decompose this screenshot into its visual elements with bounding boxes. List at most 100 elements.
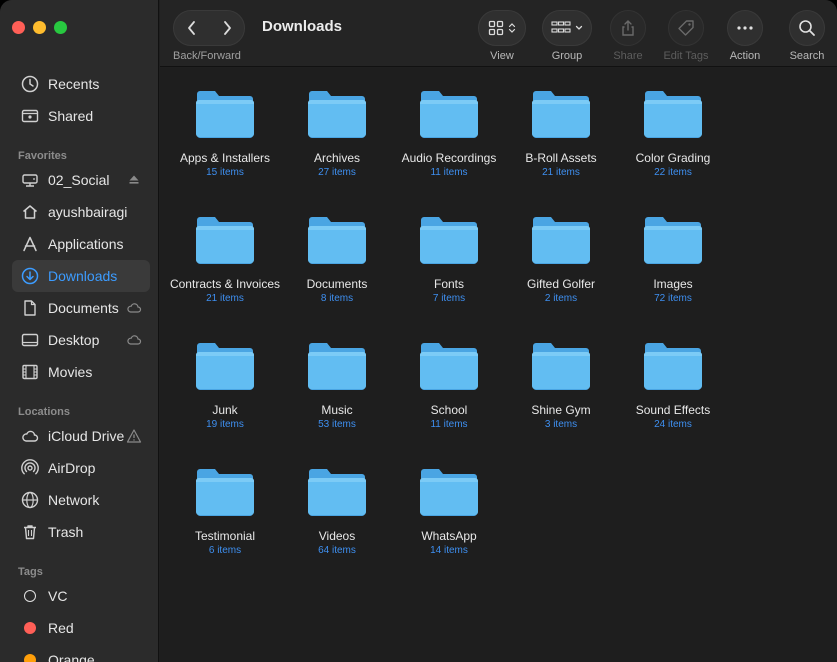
eject-icon[interactable] (126, 172, 142, 188)
group-label: Group (551, 50, 583, 62)
folder-item[interactable]: Audio Recordings 11 items (393, 88, 505, 180)
folder-item[interactable]: Archives 27 items (281, 88, 393, 180)
folder-icon (196, 469, 254, 516)
share-icon (622, 20, 634, 36)
folder-icon (644, 91, 702, 138)
folder-item-count: 6 items (208, 545, 242, 556)
folder-item-count: 19 items (206, 419, 244, 430)
folder-item-count: 64 items (318, 545, 356, 556)
back-forward-label: Back/Forward (173, 50, 241, 62)
folder-item-count: 15 items (206, 167, 244, 178)
folder-icon (420, 343, 478, 390)
search-button[interactable] (789, 10, 825, 46)
sidebar-item-icloud-drive[interactable]: iCloud Drive (12, 420, 150, 452)
sidebar-item-label: Movies (48, 364, 93, 380)
folder-name: Color Grading (635, 151, 711, 165)
toolbar: Back/Forward Downloads View Group Share … (160, 0, 837, 67)
folder-item[interactable]: Sound Effects 24 items (617, 340, 729, 432)
desktop-icon (20, 330, 40, 350)
folder-item[interactable]: Images 72 items (617, 214, 729, 306)
folder-item[interactable]: Gifted Golfer 2 items (505, 214, 617, 306)
applications-icon (20, 234, 40, 254)
action-button[interactable] (727, 10, 763, 46)
folder-item[interactable]: Music 53 items (281, 340, 393, 432)
search-label: Search (789, 50, 825, 62)
window-title: Downloads (262, 18, 343, 35)
sidebar-item-home[interactable]: ayushbairagi (12, 196, 150, 228)
folder-name: B-Roll Assets (525, 151, 597, 165)
folder-item[interactable]: Testimonial 6 items (169, 466, 281, 558)
folder-item-count: 8 items (320, 293, 354, 304)
minimize-window-button[interactable] (33, 21, 46, 34)
zoom-window-button[interactable] (54, 21, 67, 34)
folder-item[interactable]: B-Roll Assets 21 items (505, 88, 617, 180)
folder-item[interactable]: Documents 8 items (281, 214, 393, 306)
cloud-icon (127, 335, 142, 345)
sidebar-item-label: VC (48, 588, 68, 604)
folder-item[interactable]: Junk 19 items (169, 340, 281, 432)
document-icon (20, 298, 40, 318)
back-forward-control (173, 10, 245, 46)
view-button[interactable] (478, 10, 526, 46)
folder-icon (196, 91, 254, 138)
chevron-left-icon (187, 21, 195, 35)
sidebar-item-label: Applications (48, 236, 124, 252)
sidebar-tag-red[interactable]: Red (12, 612, 150, 644)
file-grid: Apps & Installers 15 items Archives 27 i… (160, 68, 837, 662)
folder-name: Music (321, 403, 353, 417)
shared-folder-icon (20, 106, 40, 126)
sidebar-item-network[interactable]: Network (12, 484, 150, 516)
folder-item[interactable]: School 11 items (393, 340, 505, 432)
sidebar-item-label: AirDrop (48, 460, 96, 476)
action-label: Action (729, 50, 761, 62)
sidebar-item-documents[interactable]: Documents (12, 292, 150, 324)
sidebar-item-trash[interactable]: Trash (12, 516, 150, 548)
group-button[interactable] (542, 10, 592, 46)
folder-item[interactable]: Videos 64 items (281, 466, 393, 558)
folder-item-count: 11 items (430, 419, 468, 430)
sidebar-item-shared[interactable]: Shared (12, 100, 150, 132)
folder-item[interactable]: Fonts 7 items (393, 214, 505, 306)
folder-item[interactable]: Apps & Installers 15 items (169, 88, 281, 180)
folder-icon (308, 469, 366, 516)
sidebar-tag-orange[interactable]: Orange (12, 644, 150, 662)
drive-icon (20, 170, 40, 190)
folder-name: Videos (318, 529, 356, 543)
back-button[interactable] (174, 11, 209, 45)
folder-item[interactable]: Color Grading 22 items (617, 88, 729, 180)
folder-item[interactable]: WhatsApp 14 items (393, 466, 505, 558)
folder-item[interactable]: Contracts & Invoices 21 items (169, 214, 281, 306)
folder-item[interactable]: Shine Gym 3 items (505, 340, 617, 432)
sidebar-item-applications[interactable]: Applications (12, 228, 150, 260)
folder-name: Apps & Installers (179, 151, 271, 165)
close-window-button[interactable] (12, 21, 25, 34)
folder-item-count: 11 items (430, 167, 468, 178)
view-label: View (490, 50, 514, 62)
edit-tags-button[interactable] (668, 10, 704, 46)
tag-icon (678, 20, 694, 36)
folder-icon (644, 217, 702, 264)
sidebar-item-downloads[interactable]: Downloads (12, 260, 150, 292)
search-icon (799, 20, 815, 36)
sidebar-tag-vc[interactable]: VC (12, 580, 150, 612)
sidebar-item-movies[interactable]: Movies (12, 356, 150, 388)
folder-name: Gifted Golfer (526, 277, 596, 291)
folder-icon (532, 217, 590, 264)
ellipsis-icon (737, 26, 753, 30)
forward-button[interactable] (209, 11, 244, 45)
warning-icon[interactable] (126, 428, 142, 444)
cloud-icon (20, 426, 40, 446)
home-icon (20, 202, 40, 222)
sidebar-item-label: 02_Social (48, 172, 110, 188)
share-button[interactable] (610, 10, 646, 46)
sidebar-item-desktop[interactable]: Desktop (12, 324, 150, 356)
tags-section-title: Tags (18, 566, 43, 578)
sidebar-item-label: ayushbairagi (48, 204, 128, 220)
folder-item-count: 27 items (318, 167, 356, 178)
folder-name: Shine Gym (531, 403, 591, 417)
tag-color-dot (20, 618, 40, 638)
sidebar-item-recents[interactable]: Recents (12, 68, 150, 100)
sidebar-item-02-social[interactable]: 02_Social (12, 164, 150, 196)
sidebar-item-airdrop[interactable]: AirDrop (12, 452, 150, 484)
folder-item-count: 24 items (654, 419, 692, 430)
